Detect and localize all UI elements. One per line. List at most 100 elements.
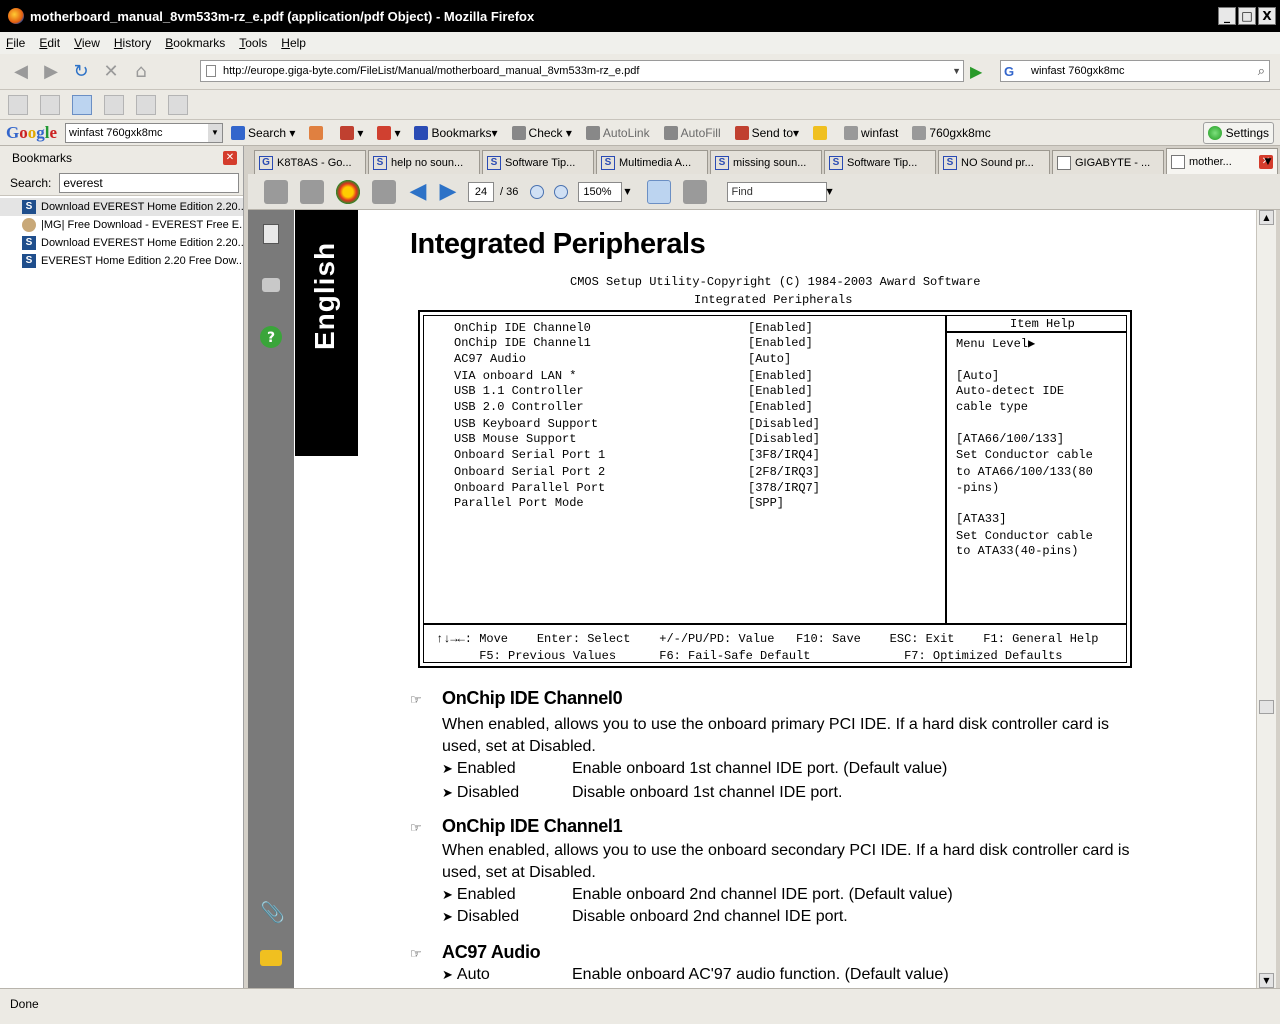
google-search-input[interactable]: winfast 760gxk8mc ▼ <box>65 122 224 143</box>
gmail-icon[interactable]: ▾ <box>377 125 400 140</box>
option-row: ➤ Enabled Enable onboard 1st channel IDE p… <box>442 760 948 777</box>
scroll-down-icon[interactable]: ▼ <box>1259 973 1274 988</box>
spell-check-button[interactable]: Check ▾ <box>511 125 572 140</box>
google-news-icon[interactable]: ▾ <box>340 125 363 140</box>
pdf-print-icon[interactable] <box>264 179 288 204</box>
help-line: [Auto] <box>956 369 1000 383</box>
history-icon[interactable] <box>104 94 124 115</box>
menu-bookmarks[interactable]: Bookmarks <box>165 36 225 50</box>
pages-icon[interactable] <box>263 224 279 244</box>
previous-page-icon[interactable]: ◀ <box>408 179 428 204</box>
tab[interactable]: S Software Tip... <box>482 150 594 174</box>
bookmarks-sidebar-icon[interactable] <box>72 94 92 115</box>
bookmark-item[interactable]: |MG| Free Download - EVEREST Free E... <box>0 216 243 234</box>
toolbar-icon-1[interactable] <box>8 94 28 115</box>
menu-edit[interactable]: Edit <box>39 36 60 50</box>
bookmark-item[interactable]: S Download EVEREST Home Edition 2.20... <box>0 198 243 216</box>
tab[interactable]: GIGABYTE - ... <box>1052 150 1164 174</box>
minimize-button[interactable]: _ <box>1218 7 1236 25</box>
highlight-icon[interactable] <box>813 125 830 140</box>
scroll-up-icon[interactable]: ▲ <box>1259 210 1274 225</box>
google-toolbar: Google winfast 760gxk8mc ▼ Search ▾ ▾ ▾ … <box>0 120 1280 146</box>
double-arrow-icon: ➤ <box>442 967 453 982</box>
google-search-button[interactable]: Search ▾ <box>231 125 295 140</box>
google-settings-button[interactable]: Settings <box>1202 122 1274 144</box>
site-tab-icon: S <box>829 155 843 170</box>
bookmark-item[interactable]: S Download EVEREST Home Edition 2.20... <box>0 234 243 252</box>
home-button[interactable]: ⌂ <box>128 59 154 85</box>
title-bar: motherboard_manual_8vm533m-rz_e.pdf (app… <box>0 0 1280 32</box>
scroll-thumb[interactable] <box>1259 700 1274 714</box>
pdf-toolbar: ◀ ▶ 24 / 36 150% ▼ Find ▼ <box>248 174 1280 210</box>
find-dropdown-icon[interactable]: ▼ <box>827 187 833 196</box>
menu-history[interactable]: History <box>114 36 151 50</box>
help-icon[interactable]: ? <box>260 326 282 348</box>
tab-list-dropdown-icon[interactable]: ▼ <box>1260 152 1276 172</box>
sidebar-close-icon[interactable]: ✕ <box>223 151 237 165</box>
tab[interactable]: G K8T8AS - Go... <box>254 150 366 174</box>
google-search-dropdown-icon[interactable]: ▼ <box>208 123 223 142</box>
tab[interactable]: S Software Tip... <box>824 150 936 174</box>
zoom-dropdown-icon[interactable]: ▼ <box>624 187 630 196</box>
zoom-in-icon[interactable] <box>554 184 569 199</box>
url-bar[interactable]: http://europe.giga-byte.com/FileList/Man… <box>200 60 964 82</box>
pdf-save-icon[interactable] <box>300 179 324 204</box>
search-icon[interactable]: ⌕ <box>1258 61 1265 81</box>
site-tab-icon: S <box>943 155 957 170</box>
web-search-value: winfast 760gxk8mc <box>1031 65 1125 77</box>
google-bookmarks-button[interactable]: Bookmarks ▾ <box>414 125 498 140</box>
tab[interactable]: S NO Sound pr... <box>938 150 1050 174</box>
google-tool-icon[interactable] <box>309 125 326 140</box>
menu-view[interactable]: View <box>74 36 100 50</box>
send-to-button[interactable]: Send to ▾ <box>734 125 799 140</box>
bios-inner-frame: Item Help OnChip IDE Channel0 [Enabled] O… <box>423 315 1127 663</box>
forward-button[interactable]: ▶ <box>38 59 64 85</box>
attachment-icon[interactable]: 📎 <box>260 900 285 924</box>
search-term-2[interactable]: 760gxk8mc <box>912 125 991 140</box>
maximize-button[interactable]: □ <box>1238 7 1256 25</box>
binoculars-icon[interactable] <box>262 278 280 292</box>
vertical-scrollbar[interactable]: ▲ ▼ <box>1256 210 1276 988</box>
site-icon: S <box>22 236 36 250</box>
go-button[interactable]: ▶ <box>970 62 982 81</box>
search-term-1[interactable]: winfast <box>844 125 898 140</box>
back-button[interactable]: ◀ <box>8 59 34 85</box>
url-dropdown-icon[interactable]: ▼ <box>952 61 961 81</box>
zoom-select[interactable]: 150% <box>578 181 623 202</box>
status-bar: Done <box>0 988 1280 1024</box>
url-text: http://europe.giga-byte.com/FileList/Man… <box>223 65 640 77</box>
print-icon[interactable] <box>136 94 156 115</box>
tab[interactable]: S Multimedia A... <box>596 150 708 174</box>
section-heading: OnChip IDE Channel1 <box>442 816 623 836</box>
select-tool-icon[interactable] <box>372 179 396 204</box>
bookmark-item[interactable]: S EVEREST Home Edition 2.20 Free Dow... <box>0 252 243 270</box>
stop-button[interactable]: ✕ <box>98 59 124 85</box>
web-search-input[interactable]: G winfast 760gxk8mc ⌕ <box>1000 60 1270 82</box>
help-line: Auto-detect IDE <box>956 384 1065 398</box>
download-icon[interactable] <box>168 94 188 115</box>
fit-page-icon[interactable] <box>682 179 707 204</box>
google-search-icon[interactable]: G <box>1004 62 1014 82</box>
menu-file[interactable]: File <box>6 36 25 50</box>
fit-width-icon[interactable] <box>646 179 671 204</box>
close-button[interactable]: X <box>1258 7 1276 25</box>
google-logo[interactable]: Google <box>6 123 57 143</box>
toolbar-icon-2[interactable] <box>40 94 60 115</box>
next-page-icon[interactable]: ▶ <box>438 179 458 204</box>
page-number-input[interactable]: 24 <box>468 181 494 202</box>
adobe-online-icon[interactable] <box>336 179 360 204</box>
reload-button[interactable]: ↻ <box>68 59 94 85</box>
autolink-button[interactable]: AutoLink <box>585 125 650 140</box>
tab[interactable]: Shelp no soun... <box>368 150 480 174</box>
menu-help[interactable]: Help <box>281 36 306 50</box>
find-input[interactable]: Find <box>726 181 827 202</box>
comments-icon[interactable] <box>260 950 282 966</box>
zoom-out-icon[interactable] <box>530 184 545 199</box>
autofill-button[interactable]: AutoFill <box>663 125 721 140</box>
sidebar-search-input[interactable]: everest <box>59 172 240 193</box>
option-row: ➤ Disabled Disable onboard 2nd channel IDE… <box>442 908 848 925</box>
tab[interactable]: Smissing soun... <box>710 150 822 174</box>
icon-toolbar <box>0 90 1280 120</box>
menu-tools[interactable]: Tools <box>239 36 267 50</box>
sidebar-header: Bookmarks ✕ <box>0 146 243 170</box>
